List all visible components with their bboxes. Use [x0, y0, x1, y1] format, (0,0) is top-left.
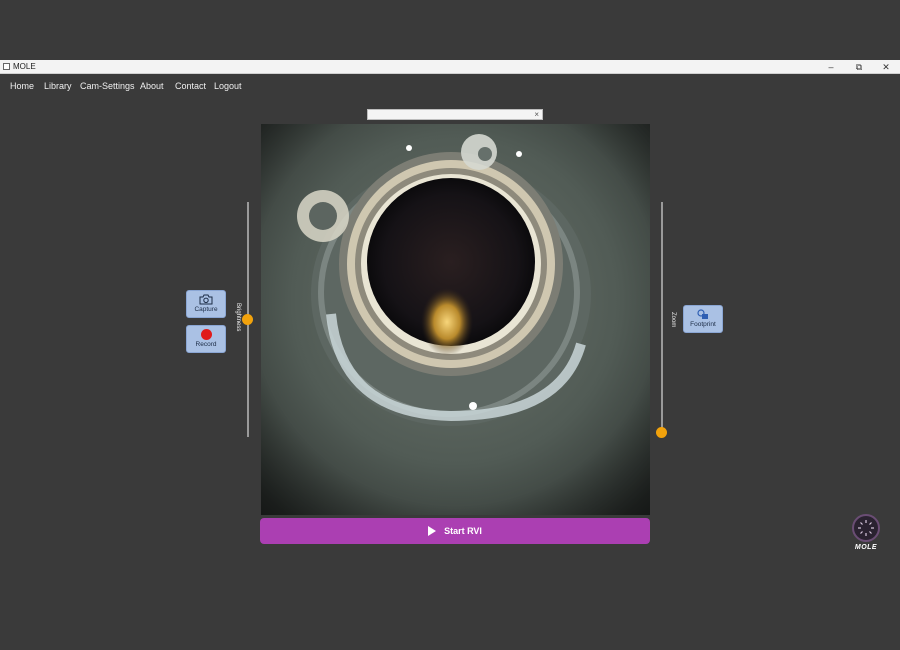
window-titlebar: MOLE – ⧉ ✕: [0, 60, 900, 74]
capture-label: Capture: [194, 306, 218, 313]
play-icon: [428, 526, 437, 536]
menu-item-contact[interactable]: Contact: [175, 80, 206, 92]
close-button[interactable]: ✕: [872, 60, 900, 74]
camera-feed-image: [261, 124, 650, 515]
minimize-button[interactable]: –: [817, 60, 845, 74]
camera-icon: [199, 294, 213, 305]
zoom-slider-thumb[interactable]: [656, 426, 667, 438]
footprint-button[interactable]: Footprint: [683, 305, 723, 333]
brightness-slider-thumb[interactable]: [242, 314, 253, 325]
capture-button[interactable]: Capture: [186, 290, 226, 318]
app-icon: [3, 63, 10, 70]
record-label: Record: [195, 341, 217, 348]
mole-logo-text: MOLE: [854, 544, 878, 551]
zoom-slider[interactable]: [661, 202, 663, 432]
brightness-label: Brightness: [235, 303, 241, 332]
menu-item-about[interactable]: About: [140, 80, 164, 92]
menu-item-logout[interactable]: Logout: [214, 80, 242, 92]
menu-bar: Home Library Cam-Settings About Contact …: [0, 74, 900, 96]
menu-item-library[interactable]: Library: [44, 80, 72, 92]
record-icon: [200, 329, 212, 340]
mole-logo: MOLE: [846, 514, 886, 556]
start-rvi-button[interactable]: Start RVI: [260, 518, 650, 544]
menu-item-cam-settings[interactable]: Cam-Settings: [80, 80, 135, 92]
footprint-label: Footprint: [690, 321, 716, 328]
record-button[interactable]: Record: [186, 325, 226, 353]
zoom-label: Zoom: [670, 312, 676, 328]
window-title: MOLE: [13, 62, 36, 71]
camera-feed: [261, 124, 650, 515]
clear-icon[interactable]: ×: [534, 109, 539, 120]
menu-item-home[interactable]: Home: [10, 80, 34, 92]
start-rvi-label: Start RVI: [444, 526, 482, 536]
mole-logo-icon: [852, 514, 880, 542]
footprint-icon: [697, 309, 708, 319]
maximize-button[interactable]: ⧉: [845, 60, 873, 74]
path-input[interactable]: ×: [367, 109, 543, 120]
